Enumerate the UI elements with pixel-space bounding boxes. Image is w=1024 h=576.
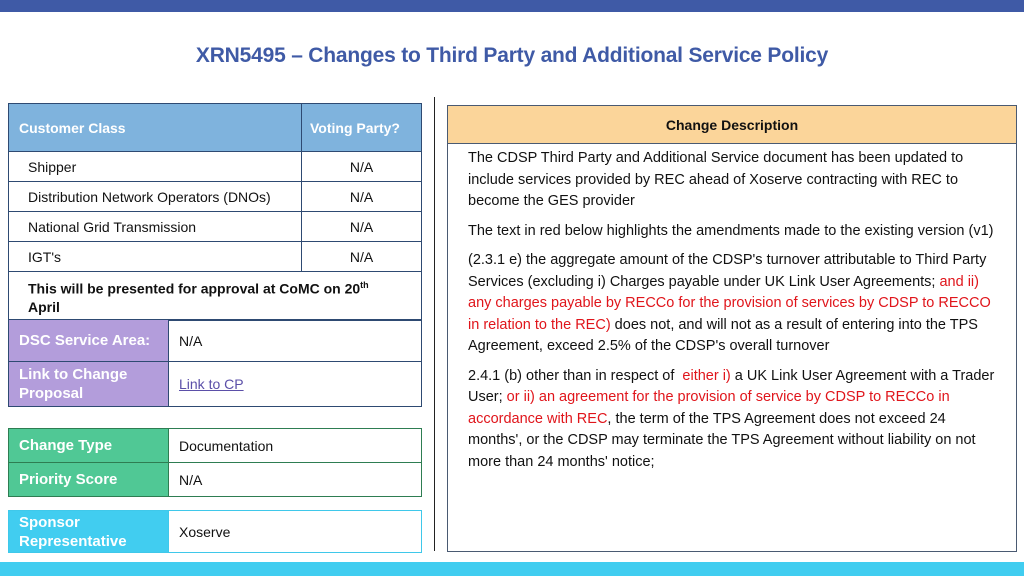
customer-class-table: Customer Class Voting Party? Shipper N/A… bbox=[8, 103, 422, 321]
change-description-panel: Change Description The CDSP Third Party … bbox=[447, 105, 1017, 552]
priority-score-row: Priority Score N/A bbox=[8, 462, 422, 497]
change-type-row: Change Type Documentation bbox=[8, 428, 422, 463]
voting-party-cell: N/A bbox=[301, 241, 422, 272]
page-title: XRN5495 – Changes to Third Party and Add… bbox=[195, 44, 829, 67]
customer-class-cell: IGT's bbox=[8, 241, 302, 272]
approval-note: This will be presented for approval at C… bbox=[8, 271, 422, 321]
sponsor-row: Sponsor Representative Xoserve bbox=[8, 510, 422, 553]
customer-class-cell: Distribution Network Operators (DNOs) bbox=[8, 181, 302, 212]
change-proposal-label: Link to Change Proposal bbox=[8, 361, 169, 407]
table-row: National Grid Transmission N/A bbox=[8, 211, 422, 242]
change-description-header: Change Description bbox=[448, 106, 1016, 144]
table-header-row: Customer Class Voting Party? bbox=[8, 103, 422, 152]
change-type-label: Change Type bbox=[8, 428, 169, 463]
customer-class-cell: National Grid Transmission bbox=[8, 211, 302, 242]
change-type-table: Change Type Documentation Priority Score… bbox=[8, 428, 422, 497]
table-row: Shipper N/A bbox=[8, 151, 422, 182]
description-paragraph: (2.3.1 e) the aggregate amount of the CD… bbox=[468, 250, 1004, 358]
dsc-service-area-label: DSC Service Area: bbox=[8, 319, 169, 362]
priority-score-value: N/A bbox=[168, 462, 422, 497]
link-to-cp[interactable]: Link to CP bbox=[179, 376, 244, 392]
bottom-banner bbox=[0, 562, 1024, 576]
dsc-service-area-row: DSC Service Area: N/A bbox=[8, 319, 422, 362]
dsc-service-area-value: N/A bbox=[168, 319, 422, 362]
description-paragraph: The CDSP Third Party and Additional Serv… bbox=[468, 150, 964, 209]
change-type-value: Documentation bbox=[168, 428, 422, 463]
approval-note-text: This will be presented for approval at C… bbox=[28, 280, 361, 297]
clause-text: (2.3.1 e) the aggregate amount of the CD… bbox=[468, 252, 987, 290]
change-proposal-link-row: Link to Change Proposal Link to CP bbox=[8, 361, 422, 407]
sponsor-label: Sponsor Representative bbox=[8, 510, 169, 553]
table-row: IGT's N/A bbox=[8, 241, 422, 272]
customer-class-cell: Shipper bbox=[8, 151, 302, 182]
approval-note-month: April bbox=[28, 298, 60, 315]
top-banner bbox=[0, 0, 1024, 12]
amendment-text: either i) bbox=[682, 367, 731, 384]
column-divider bbox=[434, 97, 435, 551]
change-description-body: The CDSP Third Party and Additional Serv… bbox=[448, 144, 1016, 473]
clause-text: 2.4.1 (b) other than in respect of bbox=[468, 367, 683, 384]
dsc-table: DSC Service Area: N/A Link to Change Pro… bbox=[8, 319, 422, 407]
voting-party-cell: N/A bbox=[301, 181, 422, 212]
voting-party-cell: N/A bbox=[301, 151, 422, 182]
header-customer-class: Customer Class bbox=[8, 103, 302, 152]
sponsor-value: Xoserve bbox=[168, 510, 422, 553]
voting-party-cell: N/A bbox=[301, 211, 422, 242]
approval-note-row: This will be presented for approval at C… bbox=[8, 271, 422, 321]
change-proposal-cell: Link to CP bbox=[168, 361, 422, 407]
sponsor-table: Sponsor Representative Xoserve bbox=[8, 510, 422, 553]
description-paragraph: The text in red below highlights the ame… bbox=[468, 222, 994, 239]
table-row: Distribution Network Operators (DNOs) N/… bbox=[8, 181, 422, 212]
header-voting-party: Voting Party? bbox=[301, 103, 422, 152]
description-paragraph: 2.4.1 (b) other than in respect of eithe… bbox=[468, 366, 1004, 474]
approval-note-superscript: th bbox=[360, 280, 369, 290]
priority-score-label: Priority Score bbox=[8, 462, 169, 497]
